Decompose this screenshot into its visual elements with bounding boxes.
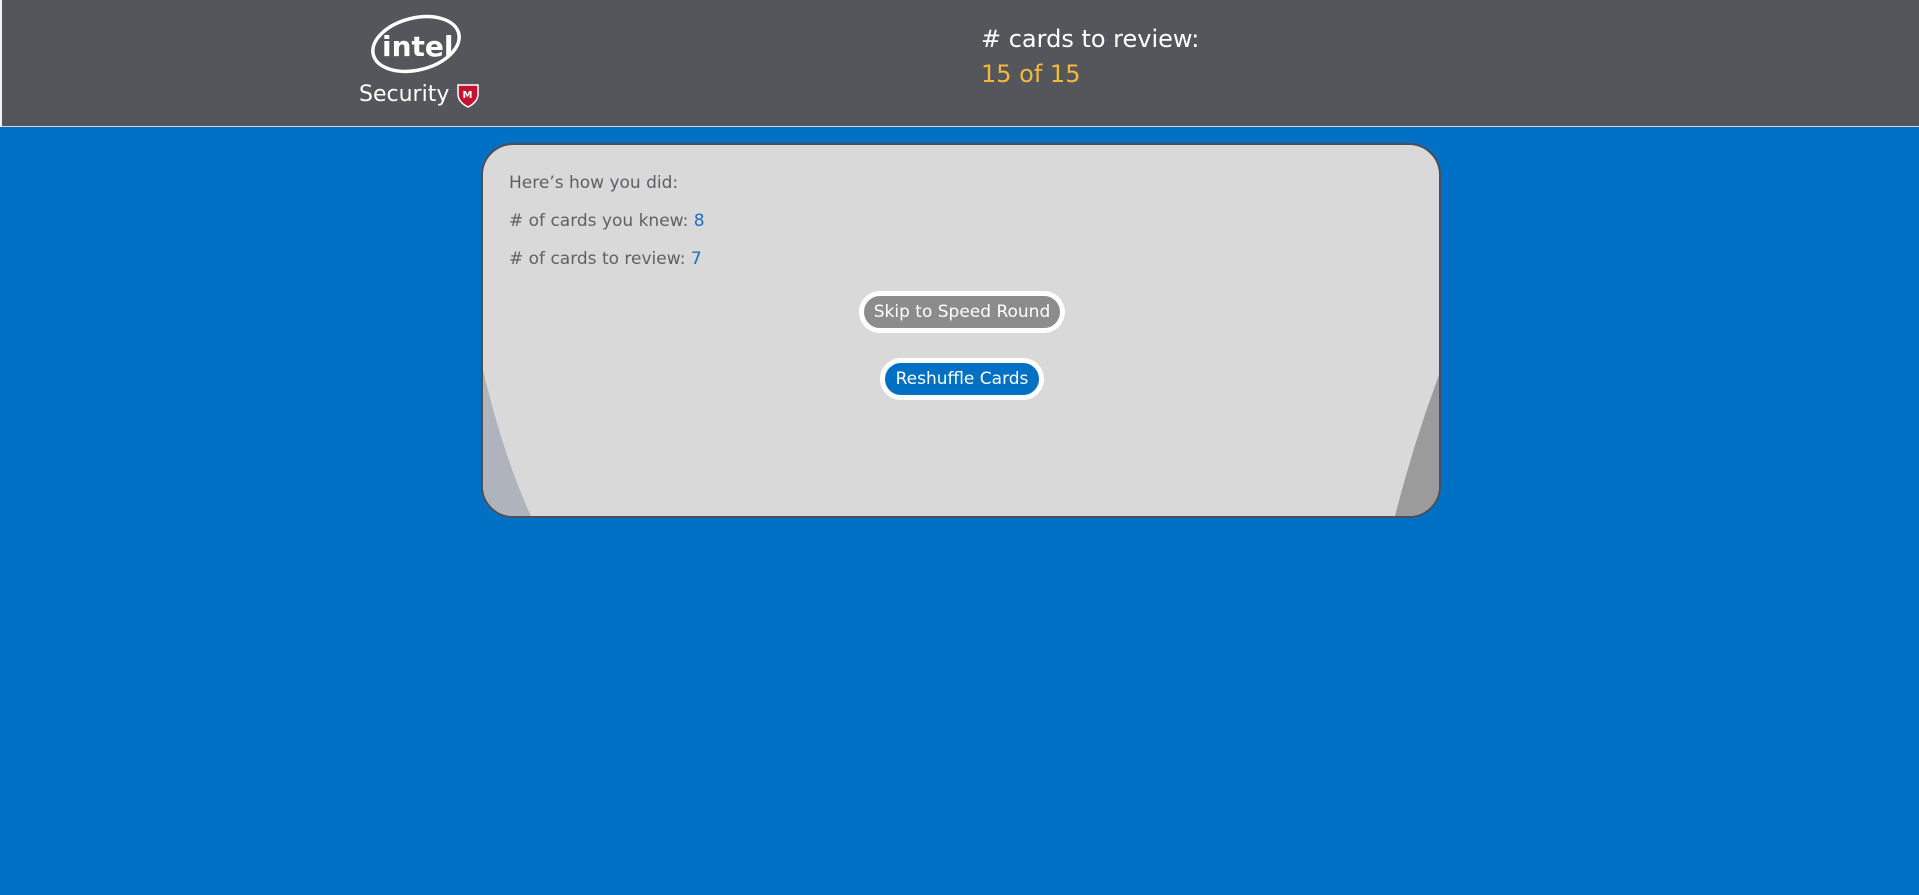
logo-brand-text: intel	[382, 30, 454, 63]
cards-to-review-count: 15 of 15	[981, 60, 1081, 88]
cards-review-line: # of cards to review: 7	[509, 248, 702, 270]
skip-to-speed-round-button[interactable]: Skip to Speed Round	[859, 291, 1065, 333]
results-intro: Here’s how you did:	[509, 173, 679, 193]
cards-review-value: 7	[690, 249, 702, 269]
intel-security-logo: intel Security M	[358, 14, 486, 110]
cards-to-review-label: # cards to review:	[981, 25, 1200, 53]
cards-knew-line: # of cards you knew: 8	[509, 210, 705, 232]
results-card: Here’s how you did: # of cards you knew:…	[481, 143, 1441, 518]
logo-sub-text: Security	[359, 82, 449, 107]
header-bar: intel Security M # cards to review: 15 o…	[0, 0, 1919, 127]
cards-knew-label: # of cards you knew:	[509, 211, 694, 231]
reshuffle-cards-button[interactable]: Reshuffle Cards	[880, 358, 1044, 400]
cards-review-label: # of cards to review:	[509, 249, 691, 269]
cards-knew-value: 8	[693, 211, 705, 231]
mcafee-shield-icon: M	[463, 90, 473, 101]
